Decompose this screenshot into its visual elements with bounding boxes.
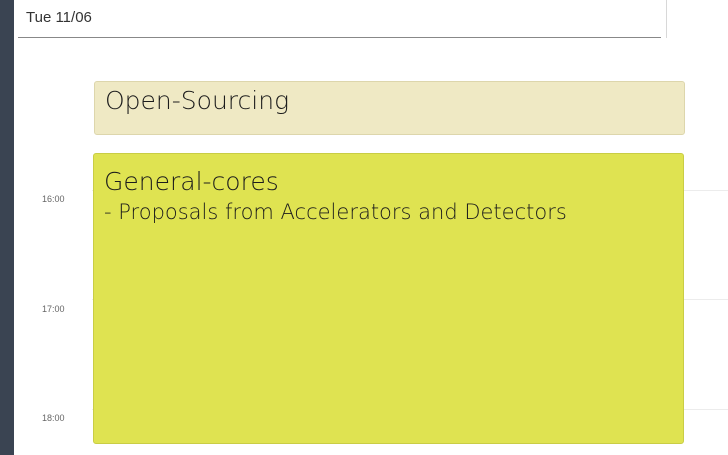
time-label-18: 18:00 xyxy=(42,413,65,423)
event-title: General-cores xyxy=(104,167,279,196)
event-description: - Proposals from Accelerators and Detect… xyxy=(104,200,567,224)
time-label-17: 17:00 xyxy=(42,304,65,314)
time-label-16: 16:00 xyxy=(42,194,65,204)
event-title: Open-Sourcing xyxy=(105,86,290,115)
event-open-sourcing[interactable]: Open-Sourcing xyxy=(94,81,685,135)
event-general-cores[interactable]: General-cores - Proposals from Accelerat… xyxy=(93,153,684,444)
day-header: Tue 11/06 xyxy=(14,0,667,38)
header-divider xyxy=(18,37,661,38)
day-header-date: Tue 11/06 xyxy=(26,9,92,26)
calendar-panel: Tue 11/06 16:00 17:00 18:00 Open-Sourcin… xyxy=(14,0,728,455)
